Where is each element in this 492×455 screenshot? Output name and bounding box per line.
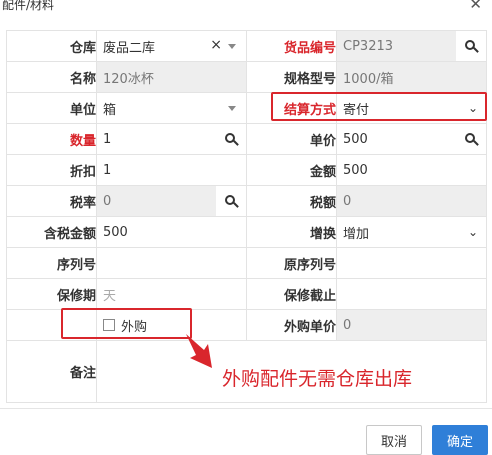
amount-field[interactable]: 500 [336, 154, 487, 186]
close-icon[interactable]: ✕ [469, 0, 482, 13]
amount-value: 500 [343, 162, 368, 178]
cancel-button[interactable]: 取消 [366, 425, 422, 455]
outsource-price-label: 外购单价 [246, 309, 337, 341]
unit-price-field[interactable]: 500 [336, 123, 487, 155]
discount-label: 折扣 [6, 154, 97, 186]
warranty-end-label: 保修截止 [246, 278, 337, 310]
warranty-placeholder: 天 [103, 288, 117, 304]
search-icon[interactable] [456, 124, 486, 154]
tax-rate-label: 税率 [6, 185, 97, 217]
amount-label: 金额 [246, 154, 337, 186]
unit-price-label: 单价 [246, 123, 337, 155]
amount-incl-tax-label: 含税金额 [6, 216, 97, 248]
serial-field[interactable] [96, 247, 247, 279]
warranty-end-field[interactable] [336, 278, 487, 310]
orig-serial-field[interactable] [336, 247, 487, 279]
quantity-field[interactable]: 1 [96, 123, 247, 155]
tax-rate-field[interactable]: 0 [96, 185, 247, 217]
name-label: 名称 [6, 61, 97, 93]
orig-serial-label: 原序列号 [246, 247, 337, 279]
annotation-text: 外购配件无需仓库出库 [222, 368, 413, 390]
dialog-footer: 取消 确定 [0, 408, 492, 455]
search-icon[interactable] [216, 186, 246, 216]
dialog-title: 配件/材料 [2, 0, 55, 12]
unit-price-value: 500 [343, 131, 368, 147]
tax-rate-value: 0 [103, 193, 112, 209]
name-value: 120冰杯 [103, 71, 154, 87]
item-code-field[interactable]: CP3213 [336, 30, 487, 62]
tax-amount-label: 税额 [246, 185, 337, 217]
quantity-value: 1 [103, 131, 112, 147]
tax-amount-value: 0 [343, 193, 352, 209]
amount-incl-tax-field[interactable]: 500 [96, 216, 247, 248]
search-icon[interactable] [456, 31, 486, 61]
name-field: 120冰杯 [96, 61, 247, 93]
caret-down-icon[interactable] [228, 106, 236, 111]
item-code-value: CP3213 [343, 38, 394, 54]
dialog-titlebar: 配件/材料 ✕ [0, 0, 492, 16]
spec-value: 1000/箱 [343, 71, 394, 87]
quantity-label: 数量 [6, 123, 97, 155]
ok-button[interactable]: 确定 [432, 425, 488, 455]
spec-label: 规格型号 [246, 61, 337, 93]
serial-label: 序列号 [6, 247, 97, 279]
warehouse-label: 仓库 [6, 30, 97, 62]
spec-field: 1000/箱 [336, 61, 487, 93]
exchange-select[interactable]: 增加 ⌄ [336, 216, 487, 248]
chevron-down-icon[interactable]: ⌄ [468, 225, 478, 239]
exchange-value: 增加 [343, 226, 370, 242]
unit-label: 单位 [6, 92, 97, 124]
warehouse-select[interactable]: 废品二库 × [96, 30, 247, 62]
discount-value: 1 [103, 162, 112, 178]
tax-amount-field: 0 [336, 185, 487, 217]
search-icon[interactable] [216, 124, 246, 154]
outsource-highlight [61, 308, 192, 339]
warehouse-value: 废品二库 [103, 40, 156, 56]
unit-value: 箱 [103, 102, 117, 118]
remark-label: 备注 [6, 340, 97, 403]
unit-select[interactable]: 箱 [96, 92, 247, 124]
exchange-label: 增换 [246, 216, 337, 248]
warranty-label: 保修期 [6, 278, 97, 310]
outsource-price-value: 0 [343, 317, 352, 333]
discount-field[interactable]: 1 [96, 154, 247, 186]
item-code-label: 货品编号 [246, 30, 337, 62]
item-form: 仓库 废品二库 × 货品编号 CP3213 名称 120冰杯 规格型号 1000… [6, 30, 487, 403]
outsource-price-field: 0 [336, 309, 487, 341]
warranty-field[interactable]: 天 [96, 278, 247, 310]
caret-down-icon[interactable] [228, 44, 236, 49]
clear-icon[interactable]: × [210, 37, 222, 53]
settlement-highlight [271, 92, 487, 121]
amount-incl-tax-value: 500 [103, 224, 128, 240]
